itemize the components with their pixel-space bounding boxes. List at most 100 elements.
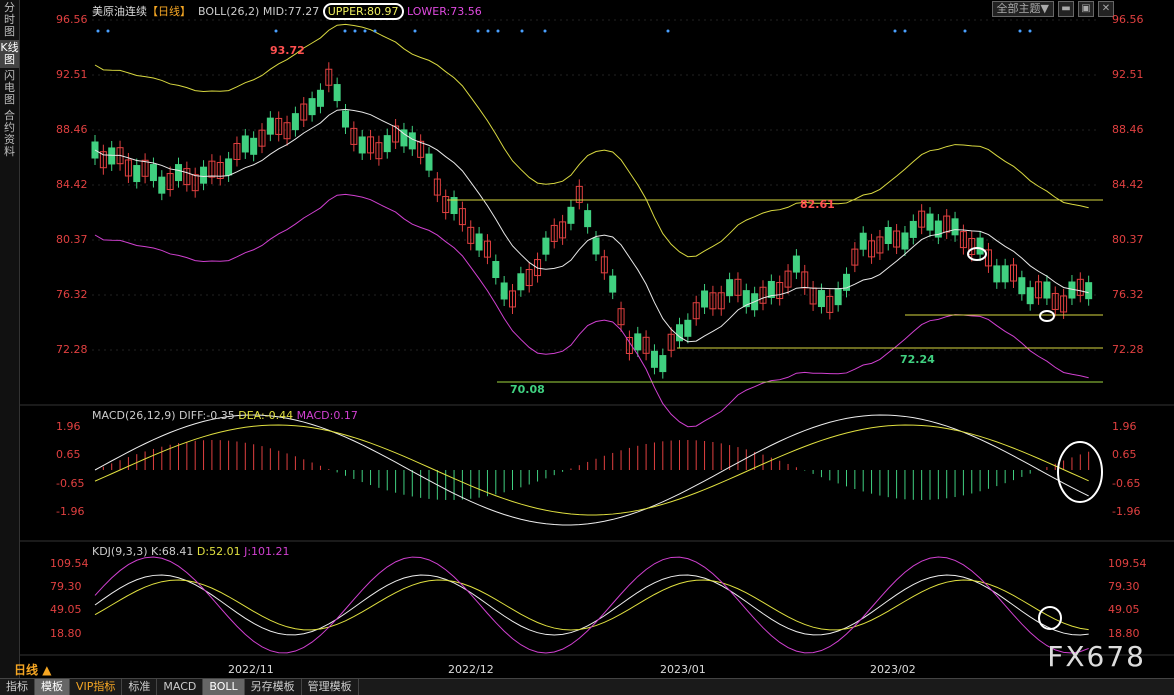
candle-body	[650, 350, 658, 368]
kdj-axis-right-0: 109.54	[1108, 557, 1147, 570]
macd-axis-right-1: 0.65	[1112, 448, 1137, 461]
candle-body	[316, 89, 324, 107]
tab-manage-template[interactable]: 管理模板	[302, 679, 359, 695]
candle-body	[1018, 277, 1026, 295]
signal-dot	[486, 29, 490, 33]
candle-body	[383, 135, 391, 153]
candle-body	[567, 206, 575, 224]
candle-body	[542, 237, 550, 255]
price-axis-right-4: 80.37	[1112, 233, 1144, 246]
macd-axis-right-0: 1.96	[1112, 420, 1137, 433]
candle-body	[609, 275, 617, 293]
candle-body	[859, 232, 867, 250]
candle-body	[951, 218, 959, 236]
main-header: 美原油连续【日线】 BOLL(26,2) MID:77.27 UPPER:80.…	[92, 3, 482, 20]
signal-dot	[373, 29, 377, 33]
signal-dot	[543, 29, 547, 33]
theme-dropdown[interactable]: 全部主题▼	[991, 1, 1054, 17]
candle-body	[149, 164, 157, 182]
candle-body	[291, 113, 299, 131]
signal-dot	[903, 29, 907, 33]
tab-macd[interactable]: MACD	[157, 679, 204, 695]
candle-body	[817, 290, 825, 308]
price-axis-right-1: 92.51	[1112, 68, 1144, 81]
candle-body	[901, 232, 909, 250]
label-mid-high: 82.61	[800, 198, 835, 211]
price-axis-left-6: 72.28	[56, 343, 88, 356]
candle-body	[250, 137, 258, 155]
candle-body	[634, 333, 642, 351]
macd-axis-right-2: -0.65	[1112, 477, 1141, 490]
candle-body	[926, 213, 934, 231]
price-axis-left-0: 96.56	[56, 13, 88, 26]
candle-body	[175, 164, 182, 182]
highlight-circle	[1039, 310, 1055, 322]
boll-label: BOLL(26,2)	[198, 5, 260, 18]
tab-standard[interactable]: 标准	[122, 679, 158, 695]
x-axis-label-0: 2022/11	[228, 663, 274, 676]
candle-body	[241, 135, 249, 153]
signal-dot	[520, 29, 524, 33]
kdj-axis-left-0: 109.54	[50, 557, 89, 570]
signal-dot	[476, 29, 480, 33]
tab-save-template[interactable]: 另存模板	[245, 679, 302, 695]
boll-upper: UPPER:80.97	[322, 3, 404, 20]
tab-template[interactable]: 模板	[35, 679, 70, 695]
candle-body	[408, 132, 416, 150]
candle-body	[584, 210, 592, 228]
sidebar-tab-contract[interactable]: 合约资料	[0, 108, 19, 160]
candle-body	[500, 282, 508, 300]
price-axis-left-4: 80.37	[56, 233, 88, 246]
signal-dot	[666, 29, 670, 33]
macd-header: MACD(26,12,9) DIFF:-0.35 DEA:-0.44 MACD:…	[92, 409, 358, 422]
candle-body	[684, 319, 692, 337]
kdj-axis-left-1: 79.30	[50, 580, 82, 593]
kdj-axis-left-2: 49.05	[50, 603, 82, 616]
macd-axis-left-3: -1.96	[56, 505, 85, 518]
bottom-toolbar: 指标 模板 VIP指标 标准 MACD BOLL 另存模板 管理模板	[0, 678, 1174, 695]
label-low: 70.08	[510, 383, 545, 396]
signal-dot	[106, 29, 110, 33]
x-axis-label-2: 2023/01	[660, 663, 706, 676]
x-axis-label-1: 2022/12	[448, 663, 494, 676]
candle-body	[492, 261, 500, 279]
boll-lower: LOWER:73.56	[407, 5, 482, 18]
price-axis-right-0: 96.56	[1112, 13, 1144, 26]
candle-body	[358, 136, 366, 154]
price-axis-left-2: 88.46	[56, 123, 88, 136]
macd-axis-right-3: -1.96	[1112, 505, 1141, 518]
period-selector[interactable]: 日线 ▲	[14, 661, 51, 678]
sidebar-tab-kline[interactable]: K线图	[0, 40, 19, 68]
tab-indicator[interactable]: 指标	[0, 679, 35, 695]
candle-body	[659, 355, 667, 373]
chart-area[interactable]: 美原油连续【日线】 BOLL(26,2) MID:77.27 UPPER:80.…	[20, 0, 1174, 678]
minimize-icon[interactable]: ▬	[1058, 1, 1074, 17]
candle-body	[993, 265, 1001, 283]
signal-dot	[343, 29, 347, 33]
tab-boll[interactable]: BOLL	[203, 679, 245, 695]
macd-axis-left-2: -0.65	[56, 477, 85, 490]
price-axis-right-3: 84.42	[1112, 178, 1144, 191]
signal-dot	[96, 29, 100, 33]
candle-body	[1043, 281, 1051, 299]
chart-toolbar: 全部主题▼ ▬ ▣ ✕	[991, 1, 1114, 17]
signal-dot	[893, 29, 897, 33]
price-axis-left-5: 76.32	[56, 288, 88, 301]
candle-body	[108, 147, 116, 165]
signal-dot	[496, 29, 500, 33]
macd-diff-line	[94, 414, 1089, 526]
sidebar-tab-flash[interactable]: 闪电图	[0, 68, 19, 108]
left-sidebar: 分时图 K线图 闪电图 合约资料	[0, 0, 20, 678]
signal-dot	[1028, 29, 1032, 33]
sidebar-tab-timeshare[interactable]: 分时图	[0, 0, 19, 40]
price-axis-left-1: 92.51	[56, 68, 88, 81]
kdj-axis-right-3: 18.80	[1108, 627, 1140, 640]
chart-svg	[20, 19, 1174, 656]
maximize-icon[interactable]: ▣	[1078, 1, 1094, 17]
signal-dot	[413, 29, 417, 33]
candle-body	[308, 98, 316, 116]
tab-vip-indicator[interactable]: VIP指标	[70, 679, 123, 695]
candle-body	[225, 158, 233, 176]
candle-body	[133, 165, 141, 183]
symbol-name: 美原油连续【日线】	[92, 5, 191, 18]
